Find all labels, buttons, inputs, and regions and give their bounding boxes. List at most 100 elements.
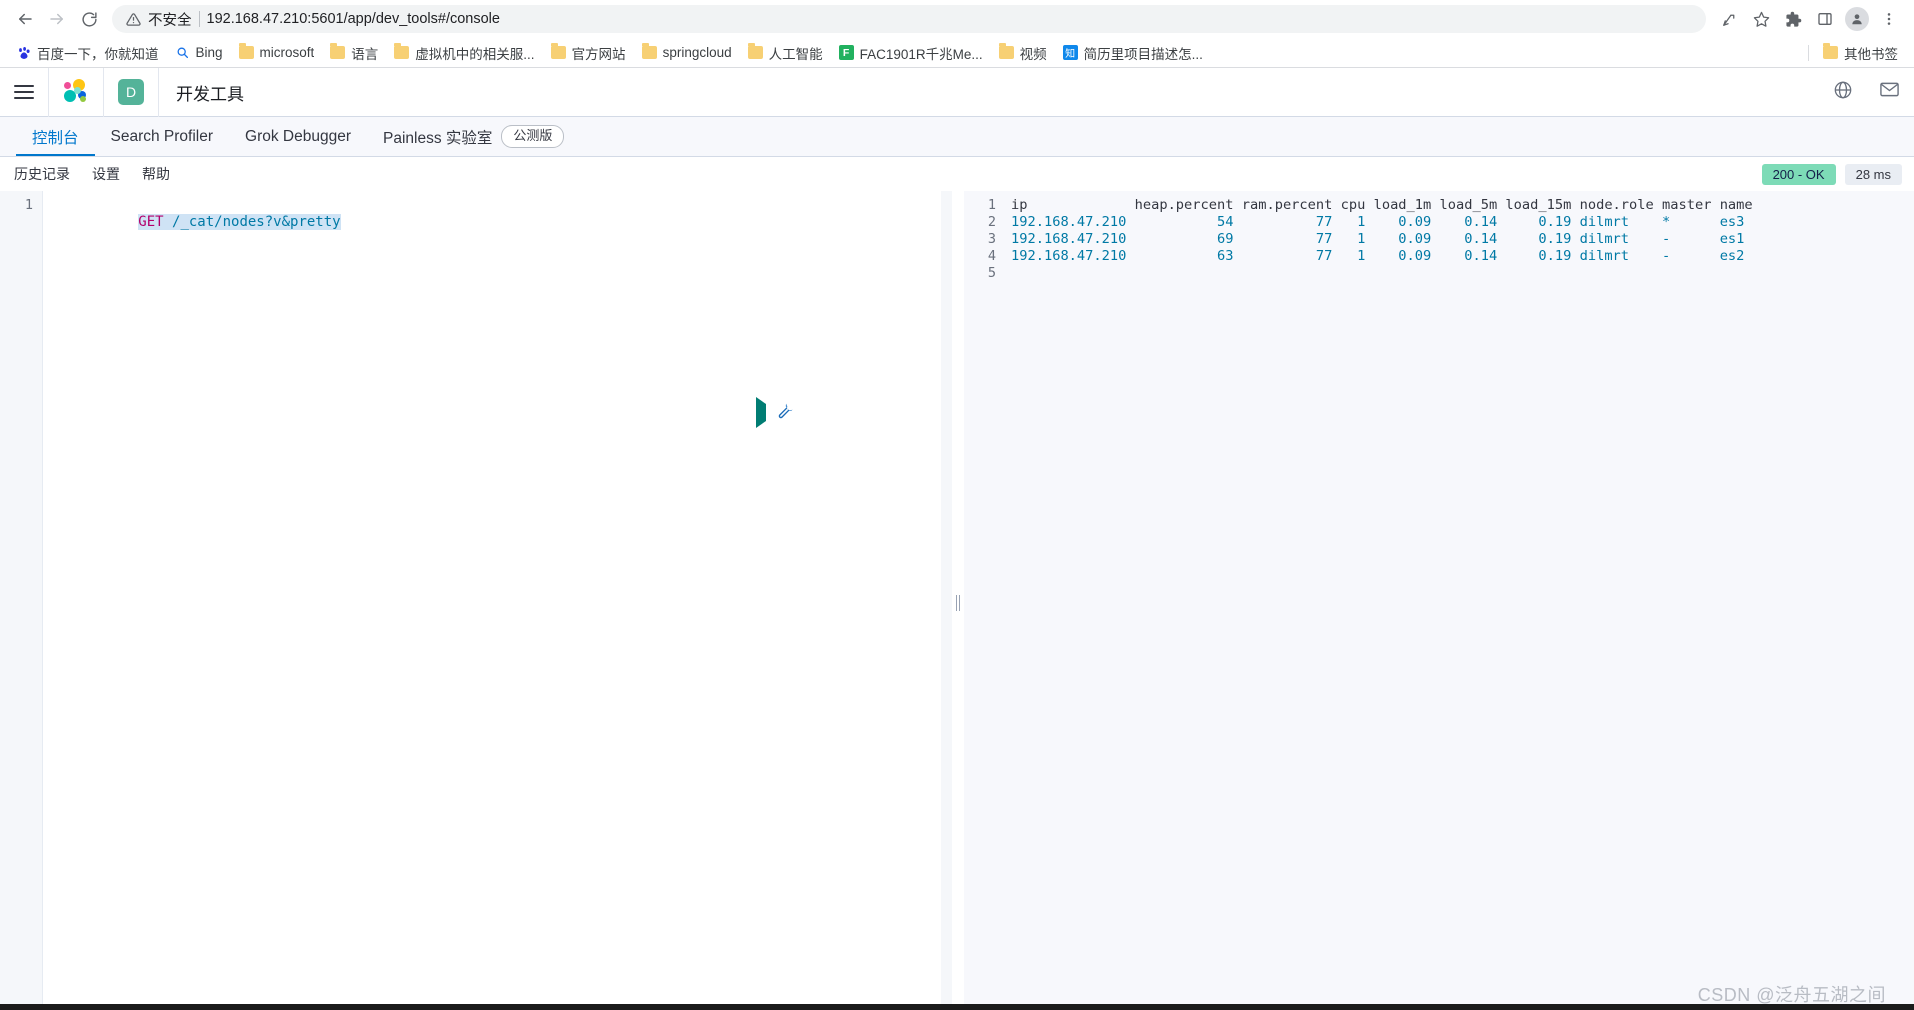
tab-label: 控制台: [32, 129, 79, 147]
tab-grok-debugger[interactable]: Grok Debugger: [229, 117, 367, 156]
tab-search-profiler[interactable]: Search Profiler: [95, 117, 230, 156]
folder-icon: [394, 43, 410, 59]
response-header-line: ip heap.percent ram.percent cpu load_1m …: [1011, 197, 1753, 213]
hamburger-menu-icon: [14, 81, 34, 103]
bookmark-item[interactable]: springcloud: [634, 42, 740, 63]
bookmark-label: 视频: [1019, 46, 1047, 62]
bookmark-item[interactable]: 百度一下，你就知道: [8, 40, 167, 66]
kibana-header: D 开发工具: [0, 67, 1914, 117]
tab-console[interactable]: 控制台: [16, 117, 95, 156]
tab-label: Grok Debugger: [245, 127, 352, 145]
bookmark-label: 百度一下，你就知道: [37, 46, 159, 62]
menu-kebab-icon[interactable]: [1874, 4, 1904, 34]
console-toolbar: 历史记录 设置 帮助 200 - OK 28 ms: [0, 157, 1914, 191]
request-actions: [756, 397, 794, 428]
other-bookmarks-label: 其他书签: [1844, 46, 1898, 62]
request-code-area[interactable]: GET /_cat/nodes?v&pretty: [43, 191, 952, 1010]
url-text: 192.168.47.210:5601/app/dev_tools#/conso…: [206, 11, 500, 27]
panel-splitter[interactable]: [952, 191, 964, 1010]
nav-menu-button[interactable]: [0, 67, 49, 117]
line-number: 1: [987, 197, 996, 213]
console-body: 1 GET /_cat/nodes?v&pretty 1 2 3 4 5 ip …: [0, 191, 1914, 1010]
tab-label: Painless 实验室: [383, 129, 493, 147]
bookmark-item[interactable]: 人工智能: [740, 40, 831, 66]
bookmark-item[interactable]: 视频: [991, 40, 1055, 66]
bookmark-label: microsoft: [259, 45, 315, 60]
devtools-tabs: 控制台 Search Profiler Grok Debugger Painle…: [0, 117, 1914, 157]
profile-avatar[interactable]: [1842, 4, 1872, 34]
help-globe-icon[interactable]: [1833, 80, 1853, 105]
response-time-badge: 28 ms: [1844, 163, 1902, 185]
news-mail-icon[interactable]: [1879, 79, 1900, 105]
bookmark-item[interactable]: F FAC1901R千兆Me...: [831, 40, 991, 66]
bookmark-label: Bing: [195, 45, 223, 60]
response-code-area[interactable]: ip heap.percent ram.percent cpu load_1m …: [1005, 191, 1914, 1010]
address-bar[interactable]: 不安全 192.168.47.210:5601/app/dev_tools#/c…: [112, 5, 1706, 33]
response-gutter: 1 2 3 4 5: [964, 191, 1005, 1010]
side-panel-icon[interactable]: [1810, 4, 1840, 34]
bookmark-label: 虚拟机中的相关服...: [415, 46, 535, 62]
reload-icon[interactable]: [74, 4, 104, 34]
request-gutter: 1: [0, 191, 43, 1010]
bookmark-item[interactable]: Bing: [167, 42, 231, 63]
bookmark-label: 人工智能: [768, 46, 823, 62]
bookmark-item[interactable]: 官方网站: [543, 40, 634, 66]
http-method-token: GET: [138, 214, 164, 230]
star-icon[interactable]: [1746, 4, 1776, 34]
line-number: 3: [987, 231, 996, 247]
play-triangle-icon[interactable]: [756, 397, 766, 428]
space-selector-button[interactable]: D: [104, 67, 159, 117]
tab-label: Search Profiler: [110, 127, 214, 145]
bookmark-label: 官方网站: [571, 46, 626, 62]
browser-toolbar: 不安全 192.168.47.210:5601/app/dev_tools#/c…: [0, 0, 1914, 38]
elastic-logo-button[interactable]: [49, 67, 104, 117]
folder-icon: [238, 43, 254, 59]
extensions-icon[interactable]: [1778, 4, 1808, 34]
status-badge: 200 - OK: [1761, 163, 1836, 185]
bookmark-label: springcloud: [662, 45, 732, 60]
bookmark-item[interactable]: 语言: [322, 40, 386, 66]
bookmark-label: FAC1901R千兆Me...: [859, 46, 983, 62]
back-arrow-icon[interactable]: [10, 4, 40, 34]
bookmarks-bar: 百度一下，你就知道 Bing microsoft 语言 虚拟机中的相关服... …: [0, 38, 1914, 68]
bing-favicon-icon: [175, 45, 190, 60]
omnibox-divider: [198, 11, 200, 27]
bookmark-item[interactable]: 知 简历里项目描述怎...: [1055, 40, 1211, 66]
help-button[interactable]: 帮助: [142, 164, 170, 184]
other-bookmarks-button[interactable]: 其他书签: [1815, 40, 1906, 66]
folder-icon: [747, 43, 763, 59]
bookmark-label: 语言: [351, 46, 379, 62]
folder-icon: [330, 43, 346, 59]
bookmark-label: 简历里项目描述怎...: [1083, 46, 1203, 62]
request-path-token: /_cat/nodes?v&pretty: [163, 214, 341, 230]
bottom-strip: [0, 1004, 1914, 1010]
splitter-grip-icon: [956, 595, 960, 611]
bookmarks-divider: [1808, 44, 1809, 61]
settings-button[interactable]: 设置: [92, 164, 120, 184]
bookmark-item[interactable]: microsoft: [231, 42, 323, 63]
line-number: 4: [987, 248, 996, 264]
line-number: 1: [24, 197, 33, 213]
folder-icon: [550, 43, 566, 59]
editor-vertical-scrollbar[interactable]: [941, 191, 952, 1010]
request-editor[interactable]: 1 GET /_cat/nodes?v&pretty: [0, 191, 952, 1010]
response-row: 192.168.47.210 63 77 1 0.09 0.14 0.19 di…: [1011, 248, 1745, 264]
bookmark-item[interactable]: 虚拟机中的相关服...: [386, 40, 542, 66]
request-editor-pane: 1 GET /_cat/nodes?v&pretty: [0, 191, 952, 1010]
folder-icon: [641, 43, 657, 59]
tab-painless-lab[interactable]: Painless 实验室 公测版: [367, 117, 580, 156]
response-row: 192.168.47.210 69 77 1 0.09 0.14 0.19 di…: [1011, 231, 1745, 247]
browser-toolbar-actions: [1714, 4, 1904, 34]
insecure-label: 不安全: [148, 12, 192, 29]
history-button[interactable]: 历史记录: [14, 164, 70, 184]
page-title: 开发工具: [176, 84, 244, 104]
folder-icon: [1823, 43, 1838, 59]
kibana-header-actions: [1833, 68, 1900, 116]
folder-icon: [998, 43, 1014, 59]
forward-arrow-icon[interactable]: [42, 4, 72, 34]
insecure-warning-icon: [126, 12, 141, 27]
wrench-icon[interactable]: [777, 402, 794, 424]
zhihu-favicon-icon: 知: [1062, 45, 1078, 60]
other-bookmarks-area: 其他书签: [1808, 38, 1906, 67]
share-icon[interactable]: [1714, 4, 1744, 34]
